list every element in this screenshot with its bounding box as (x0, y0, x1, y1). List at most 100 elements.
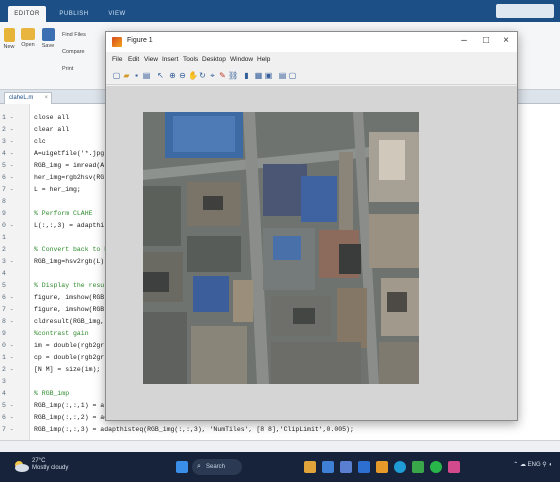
tab-editor[interactable]: EDITOR (8, 6, 46, 22)
city-block (337, 288, 367, 348)
save-figure-icon[interactable]: ▪ (132, 71, 141, 80)
code-line[interactable]: cp = double(rgb2gr (34, 354, 104, 361)
compare-button[interactable]: Compare (62, 49, 94, 55)
line-number: 9 (2, 210, 6, 217)
language-indicator[interactable]: ENG (528, 462, 541, 468)
menu-file[interactable]: File (112, 56, 122, 63)
wifi-icon: ⚲ (542, 462, 547, 468)
zoom-out-icon[interactable]: ⊖ (178, 71, 187, 80)
menu-edit[interactable]: Edit (128, 56, 139, 63)
volume-icon: ◖ (548, 462, 552, 468)
horizontal-scrollbar[interactable] (0, 440, 560, 452)
tab-view[interactable]: VIEW (102, 6, 132, 22)
taskbar-app-icon[interactable] (340, 461, 352, 473)
code-line[interactable]: clear all (34, 126, 69, 133)
minimize-button[interactable]: – (457, 35, 471, 46)
tab-publish[interactable]: PUBLISH (54, 6, 94, 22)
code-line[interactable]: im = double(rgb2gr (34, 342, 104, 349)
menu-view[interactable]: View (144, 56, 158, 63)
city-block (191, 326, 247, 384)
blue-rooftop (173, 116, 235, 152)
line-number: 3 - (2, 258, 14, 265)
code-line[interactable]: % RGB_imp (34, 390, 69, 397)
code-line[interactable]: RGB_imp(:,:,1) = a (34, 402, 104, 409)
figure-title: Figure 1 (127, 37, 153, 44)
code-line[interactable]: RGB_img=hsv2rgb(L) (34, 258, 104, 265)
city-block (369, 214, 419, 268)
weather-widget[interactable]: 27°C Mostly cloudy (32, 458, 68, 472)
dock-icon[interactable]: ▢ (288, 71, 297, 80)
editor-tab-claheL[interactable]: claheL.m × (4, 92, 52, 104)
print-button[interactable]: Print (62, 66, 94, 72)
code-line[interactable]: [N M] = size(im); (34, 366, 100, 373)
line-number: 7 - (2, 306, 14, 313)
line-number: 7 - (2, 426, 14, 433)
menu-window[interactable]: Window (230, 56, 253, 63)
rotate-icon[interactable]: ↻ (198, 71, 207, 80)
file-explorer-icon[interactable] (304, 461, 316, 473)
open-file-icon[interactable]: ▰ (122, 71, 131, 80)
save-button[interactable]: Save (40, 28, 56, 49)
whatsapp-icon[interactable] (430, 461, 442, 473)
code-line[interactable]: clc (34, 138, 46, 145)
search-documentation-input[interactable] (496, 4, 554, 18)
insert-colorbar-icon[interactable]: ▮ (242, 71, 251, 80)
code-line[interactable]: % Perform CLAHE (34, 210, 93, 217)
line-number: 5 - (2, 162, 14, 169)
code-line[interactable]: figure, imshow(RGB (34, 294, 104, 301)
code-line[interactable]: close all (34, 114, 69, 121)
zoom-in-icon[interactable]: ⊕ (168, 71, 177, 80)
show-plot-tools-icon[interactable]: ▤ (278, 71, 287, 80)
find-files-button[interactable]: Find Files (62, 32, 94, 38)
code-line[interactable]: RGB_img = imread(A (34, 162, 104, 169)
taskbar-search[interactable]: ⌕ Search (192, 459, 242, 475)
matlab-taskbar-icon[interactable] (376, 461, 388, 473)
open-button[interactable]: Open (20, 28, 36, 48)
insert-legend-icon[interactable]: ▦ (254, 71, 263, 80)
open-label: Open (21, 42, 35, 48)
start-windows-icon[interactable] (176, 461, 188, 473)
taskbar-app-icon[interactable] (412, 461, 424, 473)
code-line[interactable]: % Display the resu (34, 282, 104, 289)
print-figure-icon[interactable]: ▤ (142, 71, 151, 80)
line-number: 0 - (2, 222, 14, 229)
save-icon (41, 28, 55, 41)
menu-desktop[interactable]: Desktop (202, 56, 226, 63)
code-line[interactable]: cldresult(RGB_img, (34, 318, 104, 325)
taskbar-app-icon[interactable] (448, 461, 460, 473)
edit-plot-icon[interactable]: ↖ (156, 71, 165, 80)
code-line[interactable]: %contrast gain (34, 330, 89, 337)
system-tray[interactable]: ⌃ ☁ ENG ⚲ ◖ (513, 461, 552, 468)
blue-rooftop (193, 276, 229, 312)
close-icon[interactable]: × (44, 93, 48, 104)
link-icon[interactable]: ⛓ (228, 71, 238, 80)
code-line[interactable]: L(:,:,3) = adapthi (34, 222, 104, 229)
code-line[interactable]: A=uigetfile('*.jpg (34, 150, 104, 157)
chevron-up-icon[interactable]: ⌃ (513, 462, 518, 468)
hide-plot-tools-icon[interactable]: ▣ (264, 71, 273, 80)
brush-icon[interactable]: ✎ (218, 71, 227, 80)
maximize-button[interactable]: □ (479, 35, 493, 46)
menu-help[interactable]: Help (257, 56, 270, 63)
aerial-image-render (143, 112, 419, 384)
taskbar-app-icon[interactable] (322, 461, 334, 473)
pan-icon[interactable]: ✋ (188, 71, 198, 80)
close-button[interactable]: × (499, 35, 513, 46)
taskbar-app-icon[interactable] (358, 461, 370, 473)
data-cursor-icon[interactable]: ⌖ (208, 71, 217, 80)
taskbar-search-label: Search (206, 464, 226, 470)
menu-tools[interactable]: Tools (183, 56, 198, 63)
editor-tab-label: claheL.m (9, 95, 34, 101)
line-number: 3 - (2, 138, 14, 145)
shadow (339, 244, 361, 274)
new-button[interactable]: New (2, 28, 16, 50)
line-number: 6 - (2, 414, 14, 421)
code-line[interactable]: L = her_img; (34, 186, 81, 193)
menu-insert[interactable]: Insert (162, 56, 178, 63)
new-figure-icon[interactable]: ▢ (112, 71, 121, 80)
code-line[interactable]: her_img=rgb2hsv(RG (34, 174, 104, 181)
code-line[interactable]: figure, imshow(RGB (34, 306, 104, 313)
edge-browser-icon[interactable] (394, 461, 406, 473)
code-line[interactable]: RGB_imp(:,:,3) = adapthisteq(RGB_img(:,:… (34, 426, 354, 433)
code-line[interactable]: % Convert back to R (34, 246, 108, 253)
